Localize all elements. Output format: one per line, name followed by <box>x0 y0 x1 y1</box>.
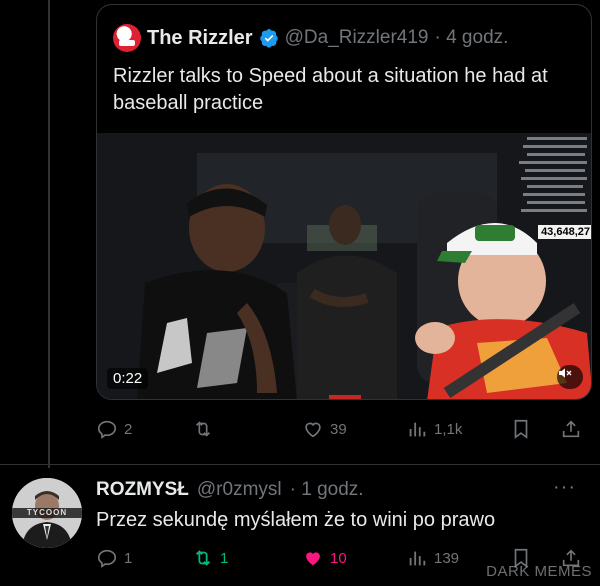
thread-line <box>48 0 50 468</box>
view-count: 1,1k <box>434 420 463 438</box>
share-button[interactable] <box>560 418 582 440</box>
reply-reply-count: 1 <box>124 549 133 567</box>
overlay-view-count: 43,648,27 <box>538 225 591 239</box>
avatar-badge-text: TYCOON <box>26 508 68 517</box>
reply-author-avatar[interactable]: TYCOON <box>12 478 82 548</box>
mute-button[interactable] <box>557 365 583 389</box>
analytics-icon <box>409 551 426 566</box>
reply-icon <box>97 420 117 439</box>
reply-view-count: 139 <box>434 549 460 567</box>
watermark: DARK MEMES <box>486 563 592 580</box>
bookmark-button[interactable] <box>510 418 532 440</box>
more-options-button[interactable]: ··· <box>553 476 576 499</box>
repost-icon <box>195 421 211 437</box>
video-duration: 0:22 <box>107 368 149 389</box>
reply-text: Przez sekundę myślałem że to wini po pra… <box>96 509 496 531</box>
video-player[interactable]: 43,648,27 0:22 <box>97 133 591 399</box>
speaker-muted-icon <box>559 368 572 378</box>
quoted-author-handle[interactable]: @Da_Rizzler419 <box>285 27 429 49</box>
quoted-author-avatar[interactable] <box>113 24 141 52</box>
bookmark-icon <box>514 419 528 439</box>
quoted-author-name[interactable]: The Rizzler <box>147 27 253 50</box>
video-frame <box>97 133 591 399</box>
tweet-divider <box>0 464 600 465</box>
heart-icon <box>305 422 321 438</box>
reply-author-handle[interactable]: @r0zmysl <box>197 479 282 501</box>
reply-header: ROZMYSŁ @r0zmysl · 1 godz. <box>96 479 364 501</box>
heart-filled-icon <box>306 552 320 566</box>
reply-like-button[interactable]: 10 <box>302 547 347 569</box>
repost-button[interactable] <box>192 418 220 440</box>
reply-count: 2 <box>124 420 133 438</box>
like-button[interactable]: 39 <box>302 418 347 440</box>
share-icon <box>562 420 580 438</box>
quoted-tweet-text: Rizzler talks to Speed about a situation… <box>113 65 548 114</box>
quoted-tweet-time[interactable]: · 4 godz. <box>434 27 508 49</box>
views-button[interactable]: 1,1k <box>406 418 462 440</box>
repost-icon <box>195 550 211 566</box>
analytics-icon <box>409 422 426 437</box>
reply-author-name[interactable]: ROZMYSŁ <box>96 479 189 501</box>
quoted-tweet-card[interactable]: The Rizzler @Da_Rizzler419 · 4 godz. Riz… <box>96 4 592 400</box>
reply-views-button[interactable]: 139 <box>406 547 459 569</box>
reply-time[interactable]: · 1 godz. <box>290 479 364 501</box>
reply-repost-button[interactable]: 1 <box>192 547 228 569</box>
reply-reply-button[interactable]: 1 <box>96 547 132 569</box>
verified-badge-icon <box>259 29 278 48</box>
reply-button[interactable]: 2 <box>96 418 132 440</box>
like-count: 39 <box>330 420 347 438</box>
reply-repost-count: 1 <box>220 549 229 567</box>
quoted-tweet-header: The Rizzler @Da_Rizzler419 · 4 godz. <box>113 23 508 53</box>
reply-icon <box>97 549 117 568</box>
main-tweet-actions: 2 39 1,1k <box>0 415 600 443</box>
reply-like-count: 10 <box>330 549 347 567</box>
